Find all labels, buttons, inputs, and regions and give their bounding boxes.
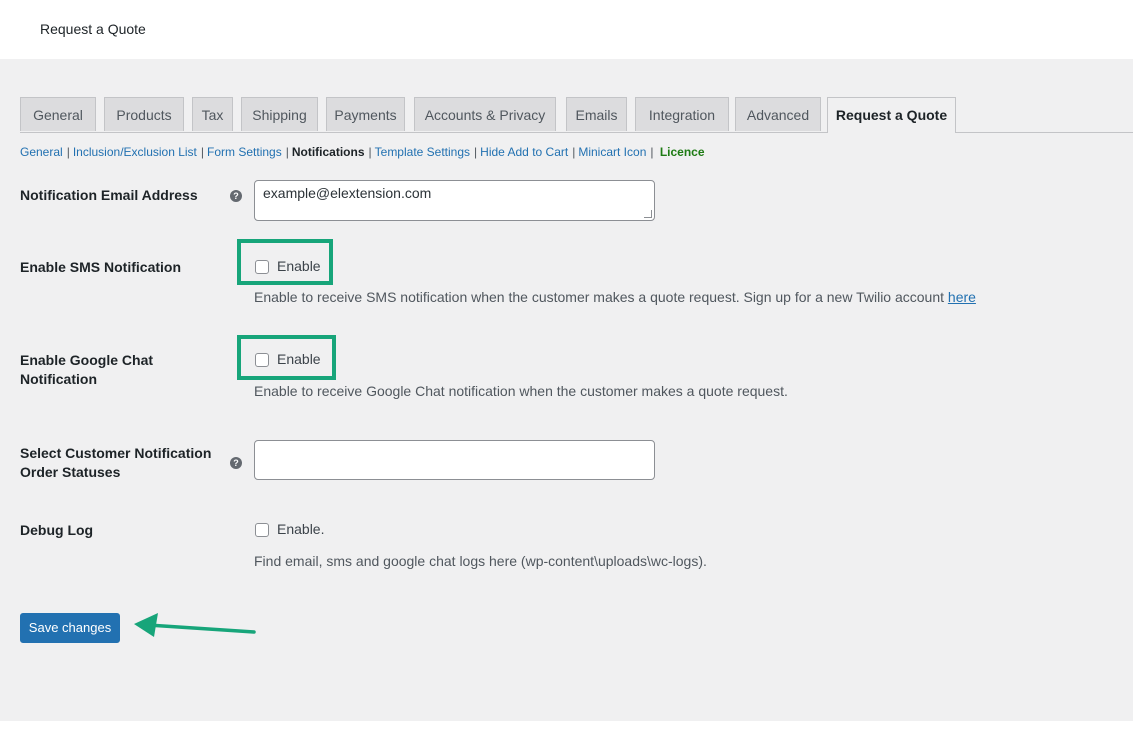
tab-general[interactable]: General (20, 97, 96, 131)
save-changes-button[interactable]: Save changes (20, 613, 120, 643)
order-statuses-label: Select Customer Notification Order Statu… (20, 445, 212, 480)
help-icon[interactable]: ? (230, 190, 242, 202)
twilio-signup-link[interactable]: here (948, 289, 976, 305)
subnav-separator: | (200, 145, 205, 159)
resize-grip-icon[interactable] (644, 210, 652, 218)
tab-emails[interactable]: Emails (566, 97, 627, 131)
subnav-template-settings[interactable]: Template Settings (375, 145, 470, 159)
sms-enable-label[interactable]: Enable (277, 258, 321, 274)
subnav-licence[interactable]: Licence (660, 145, 705, 159)
subnav-notifications[interactable]: Notifications (292, 145, 365, 159)
tab-shipping[interactable]: Shipping (241, 97, 318, 131)
subnav-hide-add-to-cart[interactable]: Hide Add to Cart (480, 145, 568, 159)
sub-navigation: General | Inclusion/Exclusion List | Form Se… (20, 145, 705, 159)
debug-log-checkbox[interactable] (255, 523, 269, 537)
tab-accounts-privacy[interactable]: Accounts & Privacy (414, 97, 556, 131)
page-header: Request a Quote (0, 0, 1133, 59)
subnav-separator: | (572, 145, 576, 159)
google-chat-enable-label[interactable]: Enable (277, 351, 321, 367)
sms-enable-checkbox[interactable] (255, 260, 269, 274)
notification-email-value: example@elextension.com (263, 185, 432, 201)
subnav-form-settings[interactable]: Form Settings (207, 145, 282, 159)
debug-log-enable-label[interactable]: Enable. (277, 521, 324, 537)
nav-tab-wrapper: General Products Tax Shipping Payments A… (20, 97, 1133, 133)
google-chat-notification-label: Enable Google Chat Notification (20, 352, 154, 387)
tab-payments[interactable]: Payments (326, 97, 405, 131)
sms-notification-label: Enable SMS Notification (20, 259, 182, 275)
subnav-minicart-icon[interactable]: Minicart Icon (578, 145, 646, 159)
sms-description: Enable to receive SMS notification when … (254, 289, 976, 305)
debug-log-description: Find email, sms and google chat logs her… (254, 553, 707, 569)
tab-tax[interactable]: Tax (192, 97, 233, 131)
subnav-separator: | (368, 145, 372, 159)
subnav-inclusion-exclusion-list[interactable]: Inclusion/Exclusion List (73, 145, 197, 159)
tab-request-a-quote[interactable]: Request a Quote (827, 97, 956, 133)
tab-products[interactable]: Products (104, 97, 184, 131)
help-icon[interactable]: ? (230, 457, 242, 469)
google-chat-enable-checkbox[interactable] (255, 353, 269, 367)
arrow-left-icon (134, 613, 256, 637)
sms-description-text: Enable to receive SMS notification when … (254, 289, 945, 305)
page-title: Request a Quote (40, 21, 146, 37)
notification-email-input[interactable]: example@elextension.com (254, 180, 655, 221)
google-chat-description: Enable to receive Google Chat notificati… (254, 383, 788, 399)
subnav-separator: | (474, 145, 478, 159)
settings-panel: General Products Tax Shipping Payments A… (0, 59, 1133, 721)
debug-log-label: Debug Log (20, 522, 94, 538)
tab-advanced[interactable]: Advanced (735, 97, 821, 131)
email-field-label: Notification Email Address (20, 187, 198, 203)
subnav-separator: | (285, 145, 289, 159)
order-statuses-select[interactable] (254, 440, 655, 480)
tab-integration[interactable]: Integration (635, 97, 729, 131)
subnav-separator: | (650, 145, 654, 159)
subnav-general[interactable]: General (20, 145, 63, 159)
subnav-separator: | (66, 145, 70, 159)
